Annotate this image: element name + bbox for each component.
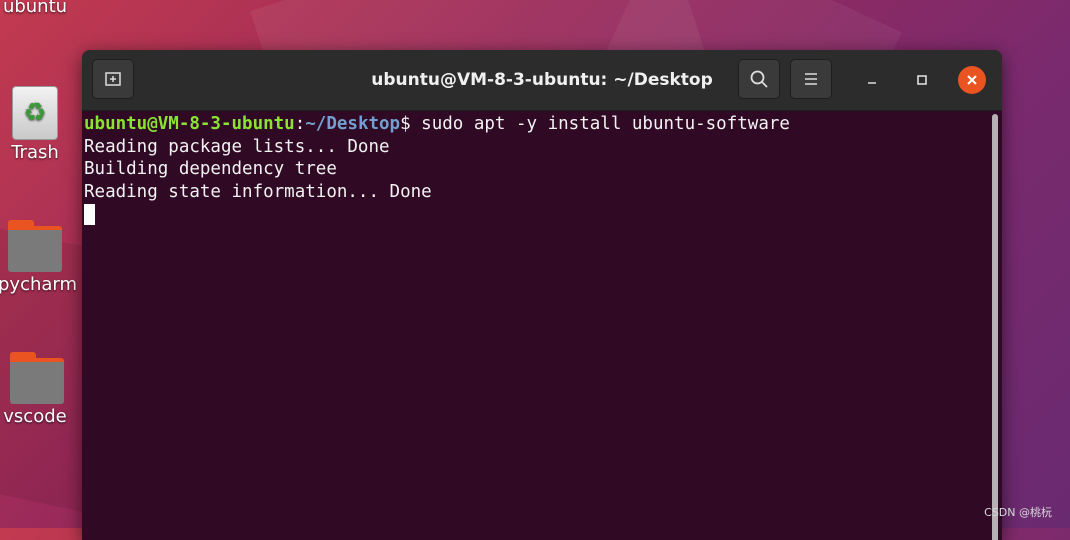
desktop-icon-label: vscode <box>3 406 67 427</box>
desktop-icon-ubuntu[interactable]: ubuntu <box>0 0 70 17</box>
output-line: Reading package lists... Done <box>84 136 390 157</box>
cursor-line <box>84 203 1002 226</box>
desktop-icon-trash[interactable]: ♻ Trash <box>0 86 70 163</box>
trash-icon: ♻ <box>12 86 58 140</box>
folder-icon <box>6 352 64 404</box>
terminal-output[interactable]: ubuntu@VM-8-3-ubuntu:~/Desktop$ sudo apt… <box>82 111 1002 540</box>
output-line: Reading state information... Done <box>84 181 432 202</box>
close-button[interactable] <box>958 66 986 94</box>
menu-button[interactable] <box>790 59 832 99</box>
maximize-button[interactable] <box>908 66 936 94</box>
command-line: ubuntu@VM-8-3-ubuntu:~/Desktop$ sudo apt… <box>84 113 1002 136</box>
search-button[interactable] <box>738 59 780 99</box>
output-line: Building dependency tree <box>84 159 337 179</box>
hamburger-menu-icon <box>805 73 817 85</box>
desktop-icon-pycharm[interactable]: pycharm <box>0 220 78 295</box>
titlebar[interactable]: ubuntu@VM-8-3-ubuntu: ~/Desktop <box>82 50 1002 111</box>
prompt-path: ~/Desktop <box>305 114 401 134</box>
new-tab-button[interactable] <box>92 59 134 99</box>
maximize-icon <box>917 75 927 85</box>
folder-icon <box>4 220 62 272</box>
search-icon <box>750 70 768 88</box>
prompt-separator: : <box>294 114 306 134</box>
terminal-window: ubuntu@VM-8-3-ubuntu: ~/Desktop ubuntu@V… <box>82 50 1002 540</box>
minimize-button[interactable] <box>858 66 886 94</box>
prompt-user: ubuntu@VM-8-3-ubuntu <box>84 114 295 134</box>
desktop-icon-label: Trash <box>11 142 59 163</box>
desktop-icon-vscode[interactable]: vscode <box>0 352 70 427</box>
text-cursor <box>84 203 95 225</box>
scrollbar[interactable] <box>992 114 998 540</box>
close-icon <box>967 75 977 85</box>
new-tab-icon <box>105 72 121 86</box>
desktop-icon-label: ubuntu <box>2 0 68 17</box>
command-text: sudo apt -y install ubuntu-software <box>421 114 790 134</box>
minimize-icon <box>868 82 876 84</box>
prompt-symbol: $ <box>400 114 422 134</box>
watermark: CSDN @桃杬 <box>984 506 1052 519</box>
desktop-icon-label: pycharm <box>0 274 78 295</box>
